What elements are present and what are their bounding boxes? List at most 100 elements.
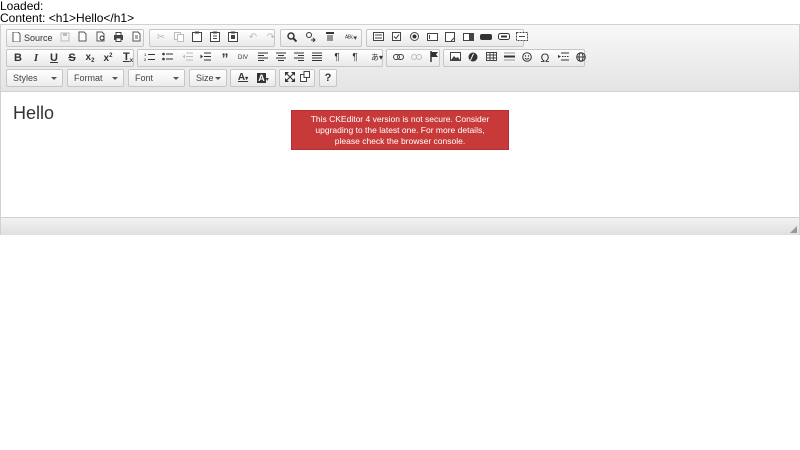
styles-combo-label: Styles [13, 73, 38, 83]
table-button[interactable] [482, 50, 500, 66]
iframe-icon [576, 51, 586, 65]
paste-text-button[interactable] [206, 30, 224, 46]
text-field-button[interactable] [423, 30, 441, 46]
document-heading[interactable]: Hello [13, 103, 54, 124]
blockquote-button[interactable]: ” [216, 50, 234, 66]
security-warning-text: This CKEditor 4 version is not secure. C… [310, 113, 490, 146]
remove-format-glyph: T [122, 51, 130, 63]
redo-button[interactable]: ↷ [262, 30, 280, 46]
horizontal-rule-icon [503, 52, 515, 64]
checkbox-button[interactable] [387, 30, 405, 46]
anchor-button[interactable] [425, 50, 443, 66]
align-right-icon [294, 52, 304, 64]
new-page-button[interactable] [74, 30, 92, 46]
special-char-button[interactable]: Ω [536, 50, 554, 66]
language-icon: あ▾ [370, 53, 383, 62]
outdent-button[interactable] [178, 50, 196, 66]
remove-format-icon: Tx [122, 51, 134, 65]
form-icon [372, 32, 384, 44]
image-button-button[interactable] [495, 30, 513, 46]
size-combo[interactable]: Size [189, 69, 227, 87]
copy-button[interactable] [170, 30, 188, 46]
image-button[interactable] [446, 50, 464, 66]
strike-button[interactable]: S [63, 50, 81, 66]
format-combo[interactable]: Format [67, 69, 124, 87]
find-button[interactable] [283, 30, 301, 46]
paste-from-word-button[interactable] [224, 30, 242, 46]
link-button[interactable] [389, 50, 407, 66]
form-button[interactable] [369, 30, 387, 46]
iframe-button[interactable] [572, 50, 590, 66]
horizontal-rule-button[interactable] [500, 50, 518, 66]
bold-button[interactable]: B [9, 50, 27, 66]
source-button[interactable]: Source [9, 31, 56, 44]
bulleted-list-button[interactable] [158, 50, 176, 66]
chevron-down-icon [215, 77, 221, 80]
align-center-button[interactable] [272, 50, 290, 66]
bg-color-glyph: A [257, 72, 266, 83]
align-left-button[interactable] [254, 50, 272, 66]
chevron-down-icon [51, 77, 57, 80]
show-blocks-icon [299, 71, 310, 85]
underline-button[interactable]: U [45, 50, 63, 66]
select-field-button[interactable] [459, 30, 477, 46]
about-button[interactable]: ? [320, 70, 336, 86]
italic-icon: I [33, 51, 39, 64]
radio-button[interactable] [405, 30, 423, 46]
editor-toolbar: Source ✂ ↶ ↷ ᴬᴮᶜ▾ B I U S x2 x2 Tx 1 2 ”… [1, 25, 799, 92]
bidi-rtl-button[interactable]: ¶ [346, 50, 364, 66]
superscript-button[interactable]: x2 [99, 50, 117, 66]
print-button[interactable] [110, 30, 128, 46]
unlink-button[interactable] [407, 50, 425, 66]
resize-handle[interactable] [790, 226, 797, 233]
format-combo-label: Format [74, 73, 103, 83]
bidi-ltr-button[interactable]: ¶ [328, 50, 346, 66]
checkbox-icon [391, 32, 401, 44]
undo-button[interactable]: ↶ [244, 30, 262, 46]
source-icon [12, 31, 21, 44]
preview-button[interactable] [92, 30, 110, 46]
italic-button[interactable]: I [27, 50, 45, 66]
paragraph-toolbar-group: 12 ” DIV ¶ ¶ あ▾ [137, 49, 383, 67]
flash-button[interactable] [464, 50, 482, 66]
svg-text:2: 2 [144, 57, 147, 61]
justify-button[interactable] [308, 50, 326, 66]
textarea-button[interactable] [441, 30, 459, 46]
image-icon [449, 52, 461, 64]
language-button[interactable]: あ▾ [366, 50, 388, 66]
remove-format-button[interactable]: Tx [119, 50, 137, 66]
bg-color-button[interactable]: A▾ [253, 70, 273, 86]
select-all-button[interactable] [321, 30, 339, 46]
hidden-field-button[interactable] [513, 30, 531, 46]
div-button[interactable]: DIV [234, 50, 252, 66]
templates-button[interactable] [128, 30, 146, 46]
outdent-icon [182, 52, 193, 64]
preview-icon [96, 31, 106, 45]
cut-button[interactable]: ✂ [152, 30, 170, 46]
text-color-button[interactable]: A▾ [233, 70, 253, 86]
insert-toolbar-group: Ω [443, 49, 586, 67]
form-button-button[interactable] [477, 30, 495, 46]
bg-color-icon: A▾ [257, 72, 269, 83]
show-blocks-button[interactable] [297, 70, 312, 86]
maximize-button[interactable] [282, 70, 297, 86]
indent-button[interactable] [196, 50, 214, 66]
font-combo[interactable]: Font [128, 69, 185, 87]
page-break-button[interactable] [554, 50, 572, 66]
paste-button[interactable] [188, 30, 206, 46]
numbered-list-button[interactable]: 12 [140, 50, 158, 66]
content-status: Content: <h1>Hello</h1> [0, 11, 135, 25]
save-button[interactable] [56, 30, 74, 46]
basic-styles-toolbar-group: B I U S x2 x2 Tx [6, 49, 134, 67]
styles-combo[interactable]: Styles [6, 69, 63, 87]
indent-icon [200, 52, 211, 64]
replace-button[interactable] [301, 30, 319, 46]
links-toolbar-group [386, 49, 440, 67]
spellcheck-icon: ᴬᴮᶜ▾ [344, 34, 358, 42]
subscript-button[interactable]: x2 [81, 50, 99, 66]
bidi-ltr-icon: ¶ [334, 52, 340, 63]
smiley-button[interactable] [518, 50, 536, 66]
security-warning-notice: This CKEditor 4 version is not secure. C… [291, 110, 509, 150]
align-right-button[interactable] [290, 50, 308, 66]
spellcheck-button[interactable]: ᴬᴮᶜ▾ [339, 30, 363, 46]
